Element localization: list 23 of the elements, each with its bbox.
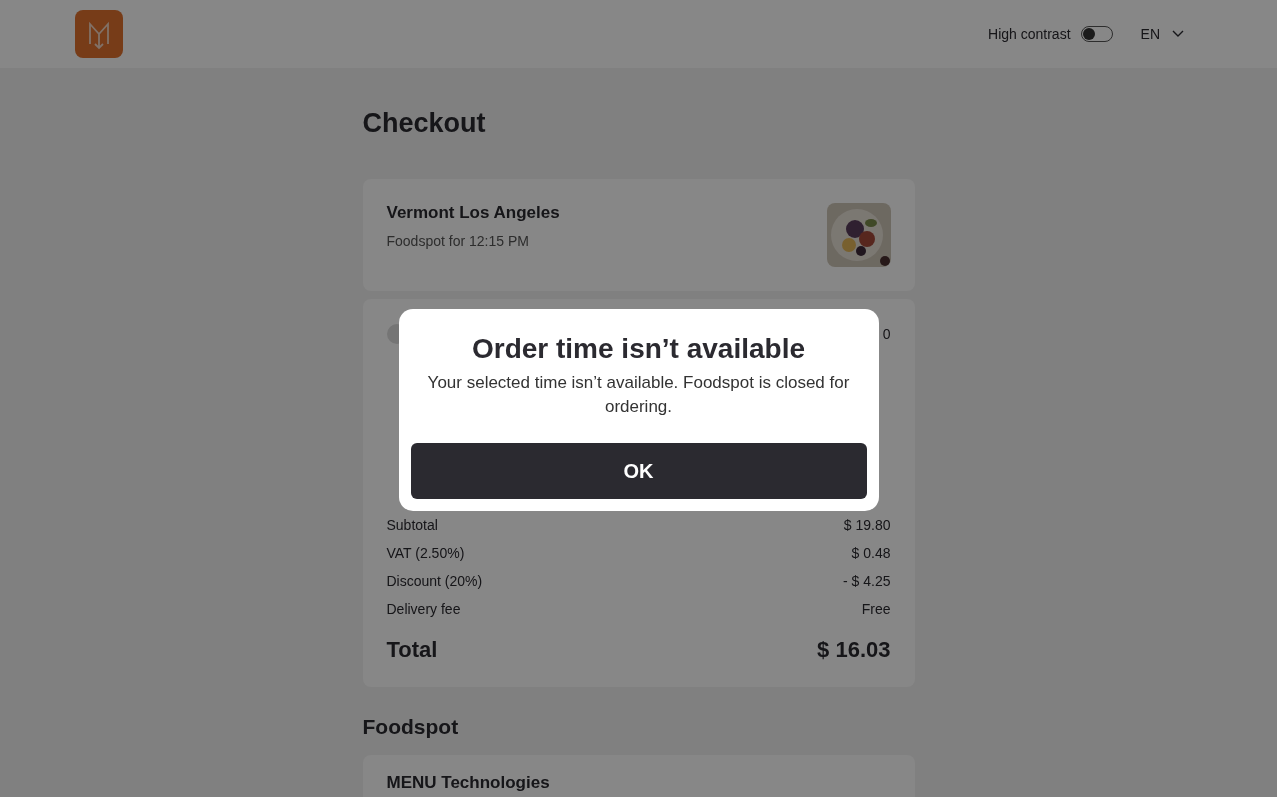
chevron-down-icon — [1172, 30, 1184, 38]
restaurant-name: Vermont Los Angeles — [386, 203, 560, 223]
page-title: Checkout — [362, 108, 487, 139]
ok-button[interactable]: OK — [410, 443, 867, 499]
summary-label: Delivery fee — [386, 601, 461, 617]
summary-label: Subtotal — [386, 517, 438, 533]
pickup-time: Foodspot for 12:15 PM — [386, 233, 530, 249]
venue-name: MENU Technologies — [386, 773, 551, 793]
language-select[interactable]: EN — [1140, 26, 1184, 42]
total-label: Total — [386, 637, 438, 663]
summary-label: Discount (20%) — [386, 573, 483, 589]
switch-track[interactable] — [1080, 26, 1113, 42]
summary-value: - $ 4.25 — [843, 573, 891, 589]
dialog-title: Order time isn’t available — [471, 333, 806, 365]
summary-value: Free — [861, 601, 891, 617]
section-title: Foodspot — [362, 715, 460, 739]
high-contrast-toggle[interactable]: High contrast — [988, 26, 1113, 42]
summary-value: $ 0.48 — [851, 545, 891, 561]
total-value: $ 16.03 — [817, 637, 891, 663]
dialog-message: Your selected time isn’t available. Foodspot is closed for ordering. — [426, 372, 851, 418]
summary-value: $ 19.80 — [843, 517, 891, 533]
item-price: 0 — [882, 326, 891, 342]
summary-label: VAT (2.50%) — [386, 545, 465, 561]
